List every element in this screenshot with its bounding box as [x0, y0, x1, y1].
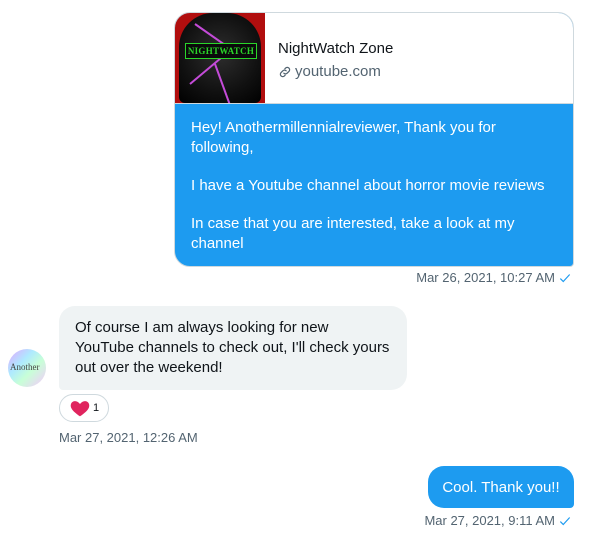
thumbnail-logo: NIGHTWATCH — [185, 43, 257, 59]
link-card-message[interactable]: NIGHTWATCH NightWatch Zone youtube.com H… — [174, 12, 574, 267]
message-paragraph: I have a Youtube channel about horror mo… — [191, 177, 545, 194]
link-preview[interactable]: NIGHTWATCH NightWatch Zone youtube.com — [175, 13, 573, 104]
avatar[interactable]: Another — [8, 349, 46, 387]
message-timestamp: Mar 26, 2021, 10:27 AM — [416, 270, 572, 285]
timestamp-text: Mar 27, 2021, 12:26 AM — [59, 430, 198, 445]
card-title[interactable]: NightWatch Zone — [278, 40, 393, 57]
incoming-message-bubble[interactable]: Of course I am always looking for new Yo… — [59, 306, 407, 390]
link-icon — [279, 66, 291, 77]
reaction-badge[interactable]: 1 — [59, 394, 109, 422]
message-timestamp: Mar 27, 2021, 9:11 AM — [424, 513, 572, 528]
message-paragraph: In case that you are interested, take a … — [191, 215, 515, 252]
timestamp-text: Mar 27, 2021, 9:11 AM — [424, 513, 555, 528]
sent-check-icon — [559, 516, 571, 525]
reaction-count: 1 — [92, 402, 100, 414]
card-message-text: Hey! Anothermillennialreviewer, Thank yo… — [191, 118, 551, 266]
card-domain-text: youtube.com — [295, 63, 381, 80]
avatar-text: Another — [10, 362, 40, 372]
outgoing-message-bubble[interactable]: Cool. Thank you!! — [428, 466, 574, 508]
card-domain[interactable]: youtube.com — [278, 63, 381, 80]
sent-check-icon — [559, 273, 571, 282]
video-thumbnail: NIGHTWATCH — [175, 13, 265, 103]
message-paragraph: Hey! Anothermillennialreviewer, Thank yo… — [191, 119, 496, 156]
timestamp-text: Mar 26, 2021, 10:27 AM — [416, 270, 555, 285]
message-timestamp: Mar 27, 2021, 12:26 AM — [59, 430, 198, 445]
heart-icon — [70, 401, 90, 417]
